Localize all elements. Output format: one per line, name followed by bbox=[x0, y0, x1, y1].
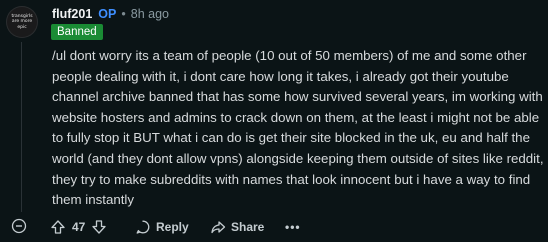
action-bar: 47 Reply Share ••• bbox=[0, 214, 548, 240]
thread-line[interactable] bbox=[21, 42, 22, 212]
username-link[interactable]: fluf201 bbox=[52, 7, 92, 21]
reply-button[interactable]: Reply bbox=[135, 217, 189, 237]
user-flair-badge: Banned bbox=[51, 24, 103, 40]
reply-label: Reply bbox=[156, 220, 189, 234]
more-dots-icon: ••• bbox=[285, 220, 301, 234]
comment-body: /ul dont worry its a team of people (10 … bbox=[52, 48, 544, 208]
vote-count: 47 bbox=[72, 220, 86, 234]
collapse-minus-icon bbox=[11, 218, 27, 234]
vote-controls: 47 bbox=[50, 217, 107, 237]
speech-bubble-icon bbox=[135, 219, 151, 235]
avatar[interactable]: transgirls are more epic bbox=[6, 6, 38, 38]
collapse-button[interactable] bbox=[11, 218, 27, 234]
share-arrow-icon bbox=[210, 219, 226, 235]
downvote-arrow-icon[interactable] bbox=[91, 219, 107, 235]
comment: transgirls are more epic fluf201 OP • 8h… bbox=[0, 0, 548, 242]
upvote-arrow-icon[interactable] bbox=[50, 219, 66, 235]
comment-header: fluf201 OP • 8h ago bbox=[52, 6, 169, 22]
share-button[interactable]: Share bbox=[210, 217, 264, 237]
share-label: Share bbox=[231, 220, 265, 234]
separator-dot: • bbox=[121, 7, 126, 21]
avatar-text-line-3: epic bbox=[17, 24, 27, 30]
op-label: OP bbox=[98, 7, 117, 21]
timestamp[interactable]: 8h ago bbox=[131, 7, 169, 21]
more-options-button[interactable]: ••• bbox=[285, 217, 301, 237]
